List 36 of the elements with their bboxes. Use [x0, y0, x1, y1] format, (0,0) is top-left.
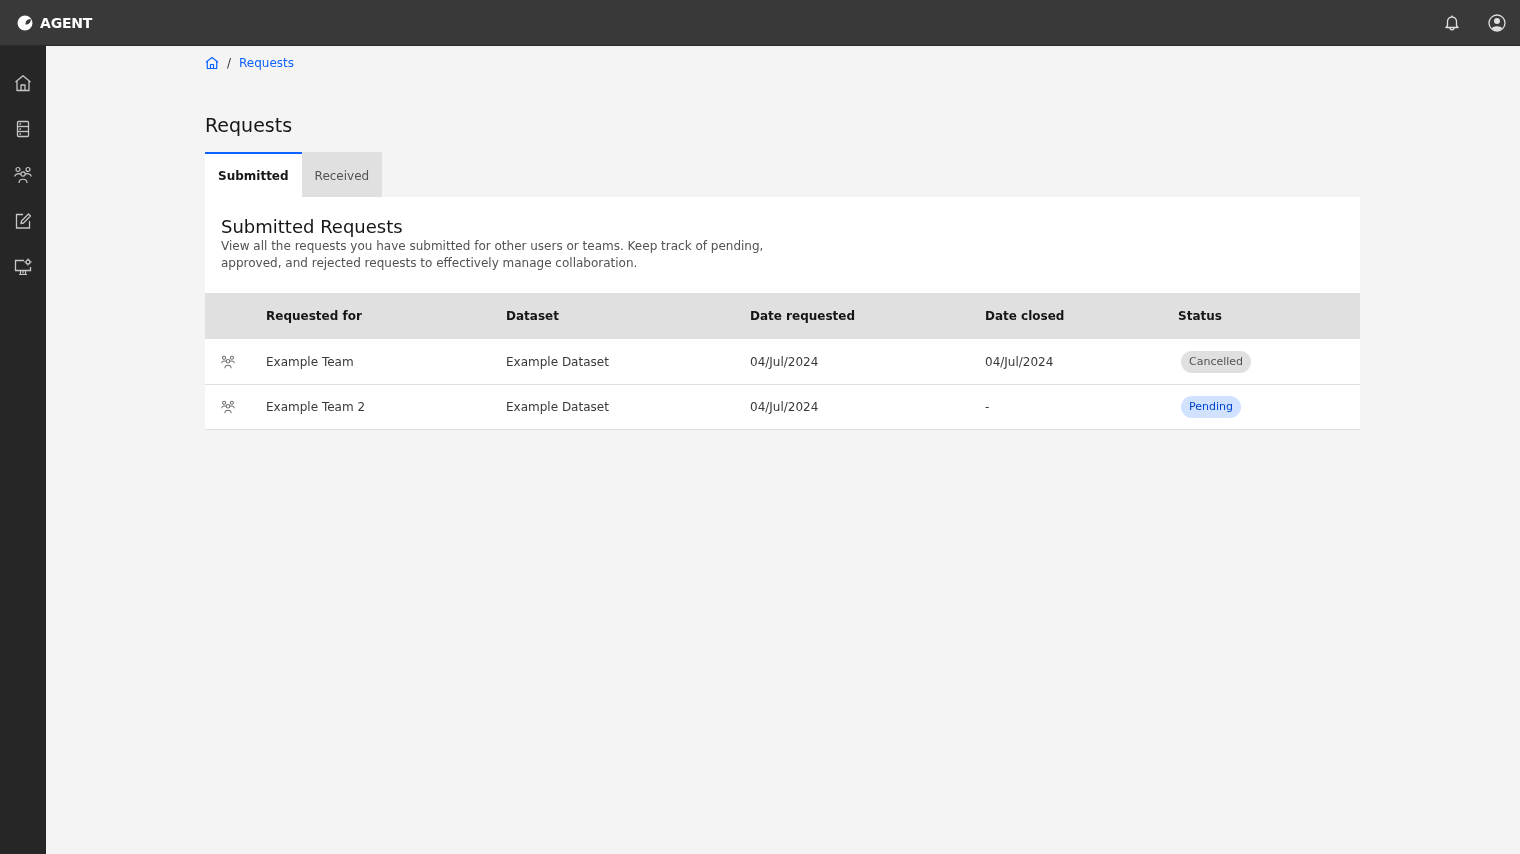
table-cell: 04/Jul/2024: [985, 354, 1054, 369]
status-tag: Cancelled: [1181, 350, 1252, 373]
monitor-gear-icon[interactable]: [14, 258, 32, 276]
page-title: Requests: [205, 113, 293, 137]
table-cell: 04/Jul/2024: [750, 400, 819, 414]
edit-icon[interactable]: [14, 212, 32, 230]
column-header: Dataset: [506, 309, 559, 323]
column-header: Date closed: [985, 309, 1065, 323]
table-cell: Example Dataset: [506, 400, 609, 414]
home-icon[interactable]: [14, 74, 32, 92]
notification-bell-icon[interactable]: [1443, 13, 1461, 32]
table-cell: 04/Jul/2024: [750, 354, 819, 369]
panel-title: Submitted Requests: [221, 216, 403, 238]
column-header: Status: [1178, 309, 1222, 323]
people-group-icon: [221, 354, 235, 369]
breadcrumb-separator: /: [227, 56, 232, 70]
tab[interactable]: Received: [301, 152, 383, 197]
panel-description: View all the requests you have submitted for other users or teams. Keep track of pending, approved, and rejected requests to effectively manage collaboration.: [221, 238, 765, 272]
column-header: Requested for: [266, 309, 362, 323]
people-group-icon: [221, 400, 235, 414]
status-tag: Pending: [1181, 396, 1241, 418]
people-group-icon[interactable]: [14, 166, 32, 184]
logo-icon: [17, 14, 33, 31]
column-header: Date requested: [750, 309, 856, 323]
breadcrumb-link[interactable]: Requests: [239, 56, 295, 70]
table-row[interactable]: Example Team 2 Example Dataset 04/Jul/2024 - Pending: [205, 385, 1360, 430]
brand-name: AGENT: [40, 14, 93, 31]
user-avatar-icon[interactable]: [1488, 13, 1506, 32]
table-cell: -: [985, 400, 990, 414]
table-cell: Example Team: [266, 354, 354, 369]
home-icon[interactable]: [205, 56, 219, 70]
table-cell: Example Dataset: [506, 354, 609, 369]
server-list-icon[interactable]: [14, 120, 32, 138]
table-cell: Example Team 2: [266, 400, 366, 414]
tab[interactable]: Submitted: [205, 152, 302, 197]
table-row[interactable]: Example Team Example Dataset 04/Jul/2024 04/Jul/2024 Cancelled: [205, 339, 1360, 385]
